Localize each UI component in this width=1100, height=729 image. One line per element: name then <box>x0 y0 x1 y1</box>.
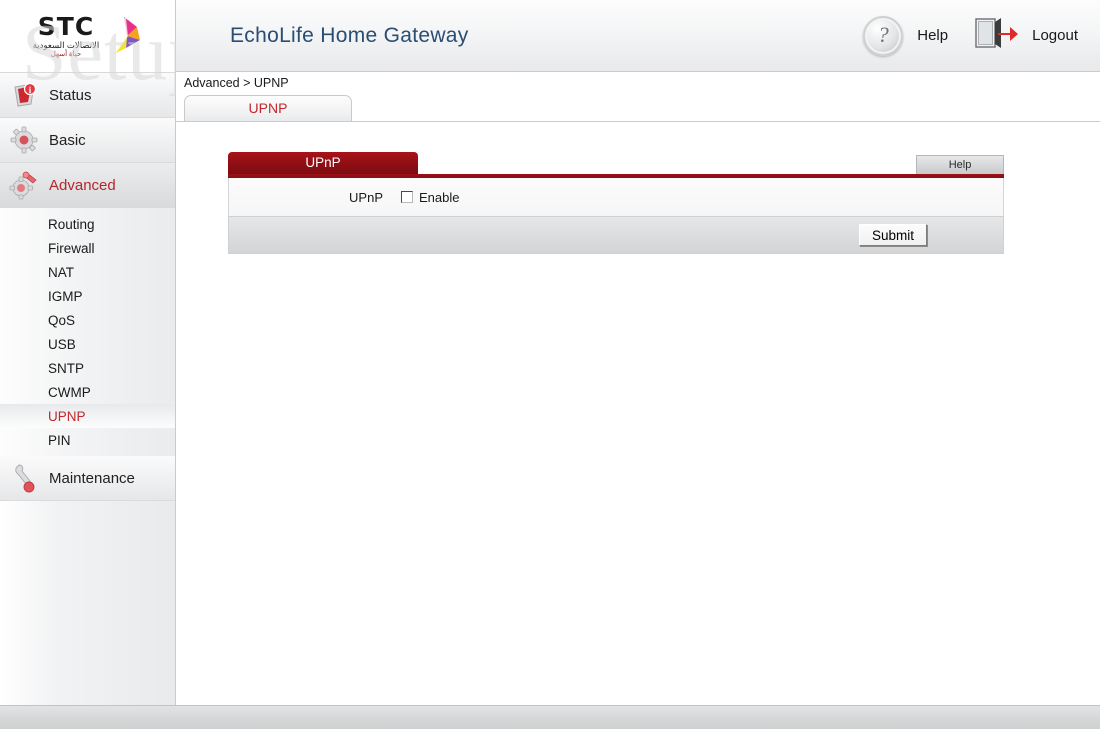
sidebar-item-advanced[interactable]: Advanced <box>0 163 175 208</box>
main-column: EchoLife Home Gateway Help <box>176 0 1100 706</box>
sidebar-item-usb[interactable]: USB <box>0 332 175 356</box>
sidebar-item-pin[interactable]: PIN <box>0 428 175 452</box>
sub-item-label: SNTP <box>48 360 85 376</box>
info-document-icon: i <box>9 80 39 110</box>
help-button[interactable]: Help <box>863 15 974 56</box>
panel-footer: Submit <box>228 216 1004 254</box>
sub-item-label: PIN <box>48 432 71 448</box>
upnp-enable-label: Enable <box>419 189 460 205</box>
stc-swirl-icon <box>102 14 142 58</box>
logo-arabic-secondary: حياة أسهل <box>50 51 82 59</box>
breadcrumb-bar: Advanced > UPNP UPNP <box>176 72 1100 122</box>
sidebar-item-basic[interactable]: Basic <box>0 118 175 163</box>
sidebar-item-label: Basic <box>49 131 86 149</box>
sidebar-item-label: Advanced <box>49 176 116 194</box>
upnp-enable-checkbox[interactable]: Enable <box>401 190 459 205</box>
logout-button-label: Logout <box>1032 27 1078 44</box>
panel-title: UPnP <box>228 152 418 174</box>
content-area: UPnP Help UPnP Enable Submit <box>176 122 1100 706</box>
gear-wrench-icon <box>9 170 39 200</box>
sub-item-label: Firewall <box>48 240 95 256</box>
logout-button[interactable]: Logout <box>974 16 1078 55</box>
gear-icon <box>9 125 39 155</box>
checkbox-box-icon[interactable] <box>401 191 413 203</box>
logo-arabic-primary: الاتصالات السعودية <box>32 39 100 50</box>
router-admin-page: STC الاتصالات السعودية حياة أسهل i Statu… <box>0 0 1100 706</box>
panel-help-button[interactable]: Help <box>916 155 1004 174</box>
logo-wordmark: STC <box>37 11 95 41</box>
sidebar-item-routing[interactable]: Routing <box>0 212 175 236</box>
panel-body: UPnP Enable <box>228 178 1004 216</box>
sidebar-item-upnp[interactable]: UPNP <box>0 404 175 428</box>
brand-logo: STC الاتصالات السعودية حياة أسهل <box>0 0 175 73</box>
sidebar-item-label: Maintenance <box>49 469 135 487</box>
panel-header: UPnP Help <box>228 152 1004 174</box>
sub-item-label: Routing <box>48 216 95 232</box>
upnp-field-label: UPnP <box>349 189 383 205</box>
top-header: EchoLife Home Gateway Help <box>176 0 1100 72</box>
sub-item-label: USB <box>48 336 76 352</box>
sidebar-item-maintenance[interactable]: Maintenance <box>0 456 175 501</box>
sub-item-label: CWMP <box>48 384 91 400</box>
header-actions: Help Logout <box>863 15 1100 56</box>
sidebar-item-sntp[interactable]: SNTP <box>0 356 175 380</box>
sub-item-label: NAT <box>48 264 74 280</box>
door-exit-arrow-icon <box>974 16 1019 55</box>
sidebar-item-cwmp[interactable]: CWMP <box>0 380 175 404</box>
sidebar-item-status[interactable]: i Status <box>0 73 175 118</box>
question-mark-circle-icon <box>863 15 904 56</box>
upnp-panel: UPnP Help UPnP Enable Submit <box>228 152 1004 254</box>
tab-upnp[interactable]: UPNP <box>184 95 352 121</box>
sidebar-item-nat[interactable]: NAT <box>0 260 175 284</box>
status-bar <box>0 705 1100 729</box>
help-button-label: Help <box>917 27 949 44</box>
sidebar-item-firewall[interactable]: Firewall <box>0 236 175 260</box>
wrench-icon <box>9 463 39 493</box>
sidebar-item-igmp[interactable]: IGMP <box>0 284 175 308</box>
page-title: EchoLife Home Gateway <box>230 23 469 47</box>
sidebar-item-label: Status <box>49 86 92 104</box>
sidebar-subnav: Routing Firewall NAT IGMP QoS USB SNTP C… <box>0 208 175 456</box>
sidebar-item-qos[interactable]: QoS <box>0 308 175 332</box>
sidebar: STC الاتصالات السعودية حياة أسهل i Statu… <box>0 0 176 705</box>
sub-item-label: IGMP <box>48 288 83 304</box>
sub-item-label: UPNP <box>48 408 86 424</box>
breadcrumb: Advanced > UPNP <box>184 76 289 90</box>
submit-button[interactable]: Submit <box>858 224 927 246</box>
upnp-enable-row: UPnP Enable <box>229 187 1003 207</box>
tab-strip: UPNP <box>184 95 352 121</box>
sub-item-label: QoS <box>48 312 76 328</box>
